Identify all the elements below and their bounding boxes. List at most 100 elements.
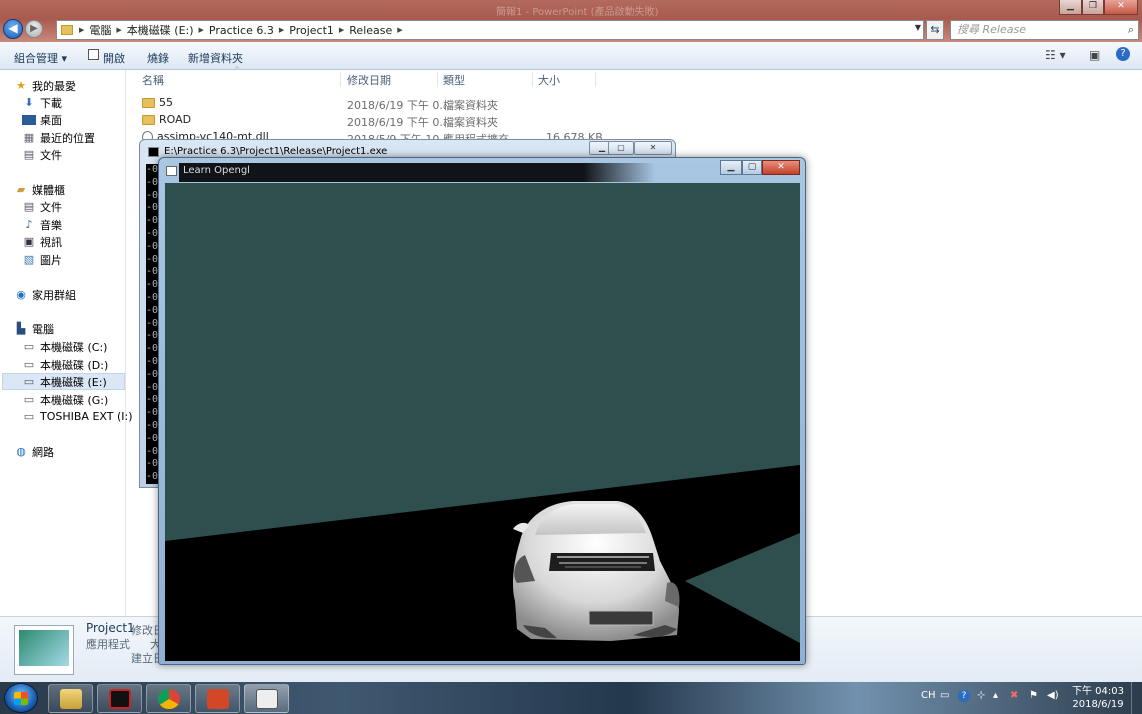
new-folder-button[interactable]: 新增資料夾 bbox=[188, 50, 243, 66]
nav-lib-video[interactable]: ▣ 視訊 bbox=[22, 233, 62, 250]
column-header-name[interactable]: 名稱 bbox=[142, 72, 164, 89]
nav-lib-pictures[interactable]: ▧ 圖片 bbox=[22, 251, 62, 268]
opengl-window[interactable]: Learn Opengl ▁ ▢ ✕ bbox=[158, 157, 806, 665]
minimize-button[interactable]: ▁ bbox=[1059, 0, 1082, 15]
column-divider[interactable] bbox=[595, 72, 596, 87]
chevron-right-icon: ▶ bbox=[397, 26, 403, 34]
opengl-maximize-button[interactable]: ▢ bbox=[742, 160, 762, 175]
nav-label: 本機磁碟 (E:) bbox=[40, 375, 107, 389]
nav-fav-documents[interactable]: ▤ 文件 bbox=[22, 146, 62, 163]
taskbar: CH ▭ ? ⊹ ▴ ✖ ⚑ ◀) 下午 04:03 2018/6/19 bbox=[0, 682, 1142, 714]
details-file-type: 應用程式 bbox=[86, 638, 130, 651]
taskbar-chrome[interactable] bbox=[146, 684, 191, 713]
restore-button[interactable]: ❐ bbox=[1082, 0, 1104, 15]
column-divider[interactable] bbox=[340, 72, 341, 87]
action-center-icon[interactable]: ⚑ bbox=[1029, 690, 1038, 701]
title-bar-shadow bbox=[179, 163, 655, 182]
nav-lib-documents[interactable]: ▤ 文件 bbox=[22, 198, 62, 215]
nav-drive-g[interactable]: ▭ 本機磁碟 (G:) bbox=[22, 391, 109, 408]
file-thumbnail bbox=[14, 625, 74, 675]
file-row[interactable]: ROAD bbox=[142, 113, 191, 130]
video-icon: ▣ bbox=[23, 234, 35, 248]
breadcrumb-release[interactable]: Release bbox=[344, 24, 397, 37]
nav-label: 家用群組 bbox=[32, 288, 76, 302]
nav-desktop[interactable]: 桌面 bbox=[22, 111, 62, 128]
nav-label: 視訊 bbox=[40, 235, 62, 249]
file-row[interactable]: 55 bbox=[142, 96, 173, 113]
keyboard-icon[interactable]: ▭ bbox=[940, 690, 949, 701]
explorer-icon bbox=[60, 689, 82, 709]
start-button[interactable] bbox=[4, 683, 38, 713]
download-folder-icon: ⬇ bbox=[24, 95, 34, 109]
open-button[interactable]: 開啟 bbox=[103, 50, 125, 66]
nav-label: TOSHIBA EXT (I:) bbox=[40, 410, 133, 423]
nav-label: 網路 bbox=[32, 445, 54, 459]
column-header-type[interactable]: 類型 bbox=[443, 72, 465, 89]
opengl-window-title: Learn Opengl bbox=[183, 165, 250, 176]
render-viewport[interactable] bbox=[165, 183, 800, 661]
console-maximize-button[interactable]: ▢ bbox=[608, 141, 634, 155]
search-placeholder: 搜尋 Release bbox=[957, 23, 1026, 36]
nav-drive-d[interactable]: ▭ 本機磁碟 (D:) bbox=[22, 356, 108, 373]
nav-libraries[interactable]: ▰ 媒體櫃 bbox=[14, 181, 65, 198]
burn-button[interactable]: 燒錄 bbox=[147, 50, 169, 66]
help-icon[interactable]: ? bbox=[1116, 47, 1130, 61]
preview-pane-icon[interactable]: ▣ bbox=[1089, 48, 1100, 62]
show-desktop-button[interactable] bbox=[1131, 682, 1142, 714]
breadcrumb-practice[interactable]: Practice 6.3 bbox=[204, 24, 279, 37]
library-icon: ▰ bbox=[16, 182, 26, 196]
chevron-down-icon[interactable]: ▼ bbox=[915, 23, 921, 32]
opengl-minimize-button[interactable]: ▁ bbox=[720, 160, 742, 175]
nav-homegroup[interactable]: ◉ 家用群組 bbox=[14, 286, 76, 303]
taskbar-project1[interactable] bbox=[244, 684, 289, 713]
network-status-icon[interactable]: ✖ bbox=[1010, 690, 1018, 701]
breadcrumb-computer[interactable]: 電腦 bbox=[84, 22, 116, 38]
nav-lib-music[interactable]: ♪ 音樂 bbox=[22, 216, 62, 233]
nav-label: 媒體櫃 bbox=[32, 183, 65, 197]
search-icon[interactable]: ⌕ bbox=[1128, 21, 1134, 39]
view-options-icon[interactable]: ☷ ▾ bbox=[1045, 48, 1066, 62]
nav-downloads[interactable]: ⬇ 下載 bbox=[22, 94, 62, 111]
taskbar-game-app[interactable] bbox=[97, 684, 142, 713]
close-button[interactable]: ✕ bbox=[1104, 0, 1138, 15]
volume-icon[interactable]: ◀) bbox=[1047, 690, 1059, 701]
search-input[interactable]: 搜尋 Release ⌕ bbox=[950, 20, 1139, 40]
nav-drive-i[interactable]: ▭ TOSHIBA EXT (I:) bbox=[22, 408, 133, 425]
ime-settings-icon[interactable]: ⊹ bbox=[977, 690, 985, 701]
nav-label: 文件 bbox=[40, 148, 62, 162]
refresh-button[interactable]: ⇆ bbox=[926, 20, 944, 40]
help-tray-icon[interactable]: ? bbox=[958, 690, 970, 702]
breadcrumb-project1[interactable]: Project1 bbox=[284, 24, 339, 37]
nav-drive-c[interactable]: ▭ 本機磁碟 (C:) bbox=[22, 338, 108, 355]
column-divider[interactable] bbox=[532, 72, 533, 87]
recent-places-icon: ▦ bbox=[23, 130, 35, 144]
breadcrumb-drive-e[interactable]: 本機磁碟 (E:) bbox=[122, 22, 199, 38]
column-divider[interactable] bbox=[437, 72, 438, 87]
system-clock[interactable]: 下午 04:03 2018/6/19 bbox=[1072, 685, 1124, 711]
nav-recent[interactable]: ▦ 最近的位置 bbox=[22, 129, 95, 146]
nav-favorites[interactable]: ★ 我的最愛 bbox=[14, 77, 76, 94]
file-type: 檔案資料夾 bbox=[443, 99, 498, 112]
taskbar-explorer[interactable] bbox=[48, 684, 93, 713]
organize-button[interactable]: 組合管理 ▾ bbox=[14, 50, 67, 66]
command-toolbar: 組合管理 ▾ 開啟 燒錄 新增資料夾 ☷ ▾ ▣ ? bbox=[0, 42, 1142, 70]
column-header-size[interactable]: 大小 bbox=[538, 72, 560, 89]
star-icon: ★ bbox=[16, 78, 26, 92]
file-date: 2018/6/19 下午 0... bbox=[347, 116, 450, 129]
address-bar[interactable]: ▶ 電腦 ▶ 本機磁碟 (E:) ▶ Practice 6.3 ▶ Projec… bbox=[56, 20, 924, 40]
console-close-button[interactable]: ✕ bbox=[634, 141, 672, 155]
nav-network[interactable]: ◍ 網路 bbox=[14, 443, 54, 460]
windows-logo-icon bbox=[14, 692, 28, 705]
rendered-scene bbox=[165, 465, 800, 661]
taskbar-powerpoint[interactable] bbox=[195, 684, 240, 713]
input-language[interactable]: CH bbox=[921, 690, 936, 701]
back-button[interactable]: ◀ bbox=[3, 19, 23, 39]
navigation-pane: ★ 我的最愛 ⬇ 下載 桌面 ▦ 最近的位置 ▤ 文件 ▰ 媒體櫃 ▤ 文件 ♪ 音樂 ▣ 視訊… bbox=[0, 70, 133, 616]
column-header-date[interactable]: 修改日期 bbox=[347, 72, 391, 89]
nav-computer[interactable]: ▙ 電腦 bbox=[14, 320, 54, 337]
opengl-close-button[interactable]: ✕ bbox=[762, 160, 800, 175]
show-hidden-icons-icon[interactable]: ▴ bbox=[993, 690, 998, 701]
nav-label: 桌面 bbox=[40, 113, 62, 127]
forward-button[interactable]: ▶ bbox=[25, 20, 43, 38]
nav-drive-e[interactable]: ▭ 本機磁碟 (E:) bbox=[2, 373, 125, 390]
